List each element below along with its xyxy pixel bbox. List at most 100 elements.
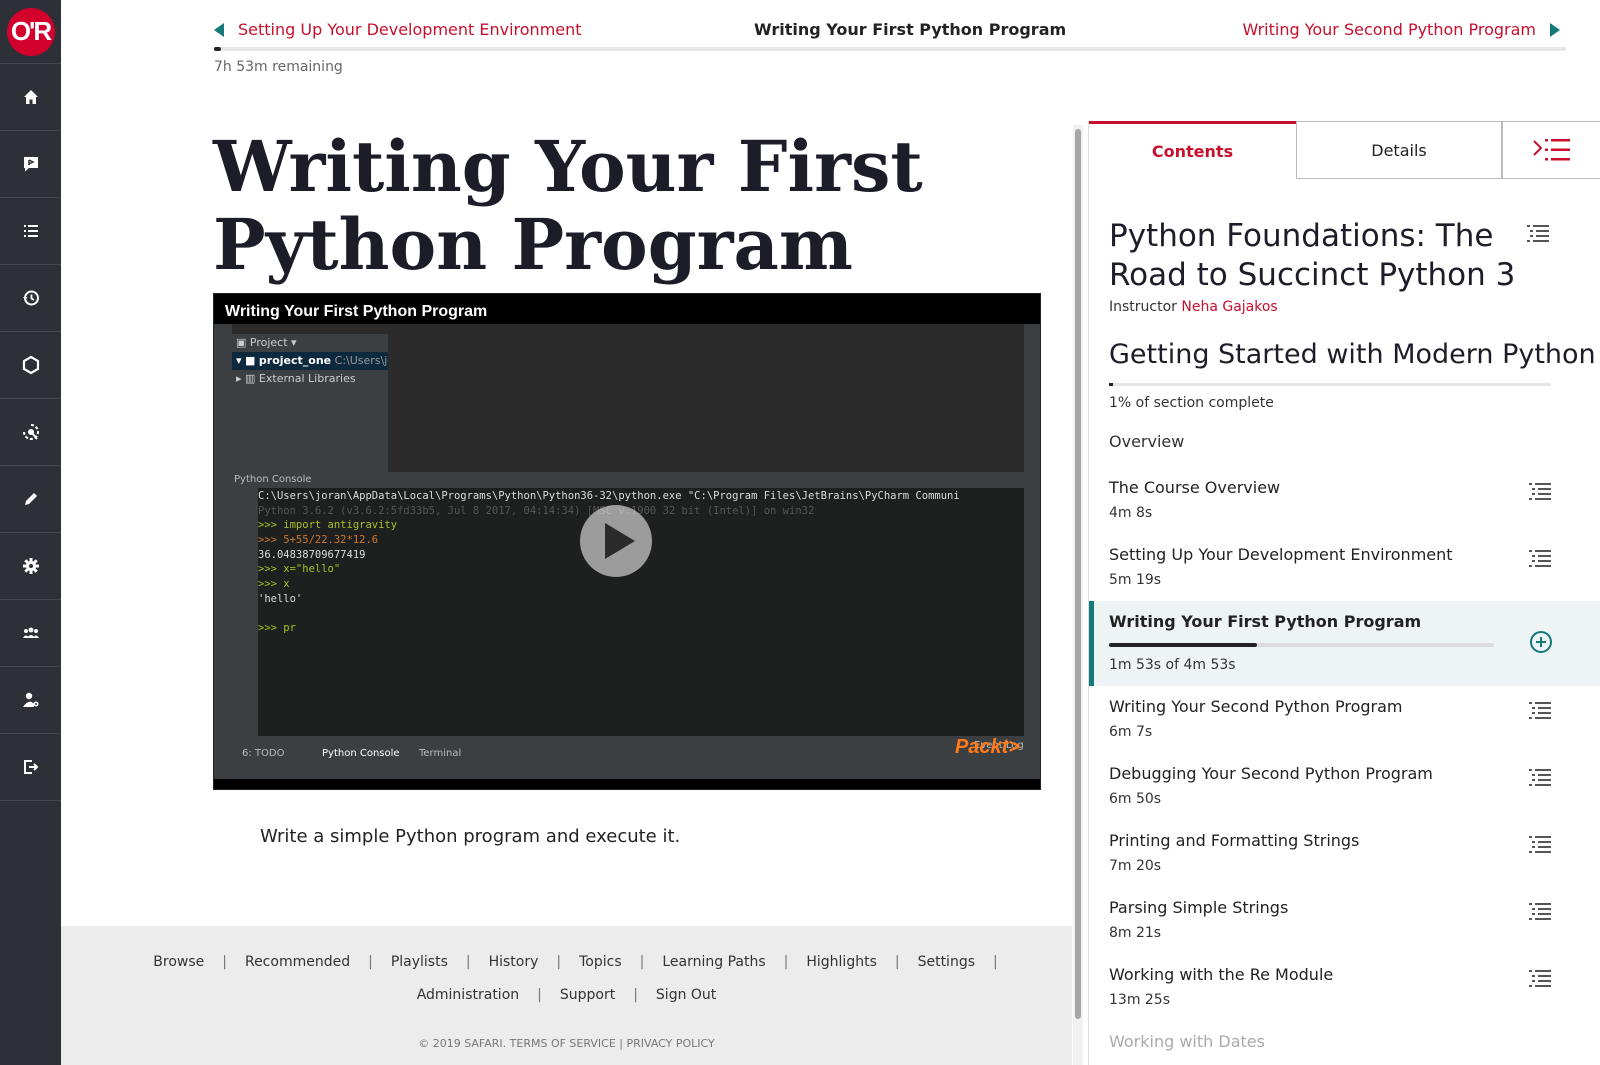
panel-tabs: Contents Details — [1089, 121, 1600, 179]
lesson-item[interactable]: Writing Your Second Python Program 6m 7s — [1089, 686, 1600, 753]
play-button[interactable] — [580, 505, 652, 577]
footer-link-administration[interactable]: Administration — [399, 987, 537, 1003]
lesson-list-icon[interactable] — [1529, 836, 1551, 854]
footer: Browse | Recommended | Playlists | History |… — [61, 926, 1072, 1065]
packt-logo: Packt> — [954, 736, 1020, 758]
ide-tab-todo: 6: TODO — [242, 748, 285, 759]
tab-details[interactable]: Details — [1296, 121, 1502, 179]
lesson-item[interactable]: Printing and Formatting Strings 7m 20s — [1089, 820, 1600, 887]
pencil-icon — [24, 493, 37, 505]
lesson-item[interactable]: The Course Overview 4m 8s — [1089, 467, 1600, 534]
lesson-item[interactable]: Working with the Re Module 13m 25s — [1089, 954, 1600, 1021]
lesson-item-active[interactable]: Writing Your First Python Program 1m 53s… — [1089, 601, 1600, 686]
ide-right-toolstrip — [1024, 324, 1040, 779]
lesson-list-icon[interactable] — [1529, 550, 1551, 568]
console-line: 'hello' — [258, 592, 303, 605]
nav-home[interactable] — [0, 64, 61, 131]
ide-tab-terminal: Terminal — [419, 748, 462, 759]
overview-link[interactable]: Overview — [1109, 432, 1184, 451]
instructor-label: Instructor — [1109, 299, 1177, 315]
play-icon — [605, 523, 635, 559]
main-scrollbar[interactable] — [1073, 125, 1083, 1065]
previous-lesson-link[interactable]: Setting Up Your Development Environment — [214, 20, 582, 39]
section-progress-bar — [1109, 383, 1551, 386]
console-line: >>> x — [258, 578, 290, 591]
tab-contents[interactable]: Contents — [1089, 121, 1296, 179]
course-title[interactable]: Python Foundations: The Road to Succinct… — [1109, 217, 1529, 295]
ide-editor-area — [388, 334, 1024, 472]
nav-learning-paths[interactable] — [0, 399, 61, 466]
gear-icon — [22, 558, 39, 574]
footer-link-browse[interactable]: Browse — [135, 954, 222, 970]
footer-link-playlists[interactable]: Playlists — [373, 954, 466, 970]
video-title: Writing Your First Python Program — [225, 303, 488, 320]
video-player[interactable]: Writing Your First Python Program ▣ Proj… — [213, 293, 1041, 790]
lesson-duration: 4m 8s — [1109, 505, 1153, 521]
lesson-item[interactable]: Debugging Your Second Python Program 6m … — [1089, 753, 1600, 820]
history-icon — [22, 290, 39, 306]
next-arrow-icon — [1550, 22, 1560, 37]
instructor-name-link[interactable]: Neha Gajakos — [1181, 299, 1277, 315]
course-progress-bar — [214, 47, 1566, 51]
footer-link-settings[interactable]: Settings — [900, 954, 993, 970]
ide-bottom-bar: 6: TODO Python Console Terminal Event Lo… — [214, 736, 1040, 779]
footer-links-row1: Browse | Recommended | Playlists | History |… — [61, 954, 1072, 970]
footer-link-support[interactable]: Support — [542, 987, 633, 1003]
lesson-list-icon[interactable] — [1529, 903, 1551, 921]
nav-history[interactable] — [0, 265, 61, 332]
footer-link-topics[interactable]: Topics — [561, 954, 640, 970]
nav-topics[interactable] — [0, 332, 61, 399]
footer-link-recommended[interactable]: Recommended — [227, 954, 368, 970]
lesson-list-icon[interactable] — [1529, 702, 1551, 720]
lesson-title: Setting Up Your Development Environment — [1109, 545, 1453, 564]
lesson-title: Parsing Simple Strings — [1109, 898, 1289, 917]
hexagon-icon — [22, 355, 39, 375]
nav-administration[interactable] — [0, 667, 61, 734]
scrollbar-thumb[interactable] — [1075, 129, 1081, 1019]
lesson-item[interactable]: Parsing Simple Strings 8m 21s — [1089, 887, 1600, 954]
lesson-duration: 8m 21s — [1109, 925, 1162, 941]
course-list-icon[interactable] — [1527, 225, 1549, 243]
previous-lesson-label: Setting Up Your Development Environment — [238, 20, 582, 39]
nav-sign-out[interactable] — [0, 734, 61, 801]
home-icon — [23, 90, 38, 104]
footer-link-sign-out[interactable]: Sign Out — [638, 987, 734, 1003]
nav-settings[interactable] — [0, 533, 61, 600]
list-icon — [23, 225, 38, 237]
footer-link-learning-paths[interactable]: Learning Paths — [644, 954, 783, 970]
section-title: Getting Started with Modern Python — [1109, 339, 1596, 370]
lesson-description: Write a simple Python program and execut… — [260, 826, 681, 847]
lesson-item[interactable]: Working with Dates — [1089, 1021, 1600, 1065]
toggle-panel-button[interactable] — [1502, 121, 1600, 179]
section-progress-fill — [1109, 383, 1114, 386]
oreilly-logo[interactable]: O'R — [0, 0, 61, 64]
section-complete-text: 1% of section complete — [1109, 395, 1274, 411]
course-progress-fill — [214, 47, 221, 51]
lesson-list-icon[interactable] — [1529, 483, 1551, 501]
sidebar: O'R — [0, 0, 61, 1065]
ide-project-root: ▾ ■ project_one C:\Users\jc — [232, 352, 388, 370]
logo-badge: O'R — [6, 7, 55, 56]
nav-playlists[interactable] — [0, 198, 61, 265]
lesson-list-icon[interactable] — [1529, 769, 1551, 787]
ide-console-header: Python Console — [232, 472, 1024, 488]
previous-arrow-icon — [214, 22, 224, 37]
add-to-playlist-icon[interactable] — [1530, 631, 1552, 653]
console-line: >>> pr — [258, 622, 296, 635]
nav-teams[interactable] — [0, 600, 61, 667]
lesson-title: Working with the Re Module — [1109, 965, 1334, 984]
chat-icon — [23, 157, 38, 172]
next-lesson-link[interactable]: Writing Your Second Python Program — [1242, 20, 1560, 39]
user-admin-icon — [22, 692, 38, 707]
lesson-list-icon[interactable] — [1529, 970, 1551, 988]
nav-highlights[interactable] — [0, 466, 61, 533]
ide-left-toolstrip — [214, 324, 232, 779]
next-lesson-label: Writing Your Second Python Program — [1242, 20, 1537, 39]
ide-external-libs: ▸ ▥ External Libraries — [236, 372, 356, 385]
lesson-item[interactable]: Setting Up Your Development Environment … — [1089, 534, 1600, 601]
nav-chat[interactable] — [0, 131, 61, 198]
footer-link-history[interactable]: History — [471, 954, 557, 970]
footer-link-highlights[interactable]: Highlights — [788, 954, 895, 970]
ide-project-pane: ▣ Project ▾ ▾ ■ project_one C:\Users\jc … — [232, 334, 388, 472]
